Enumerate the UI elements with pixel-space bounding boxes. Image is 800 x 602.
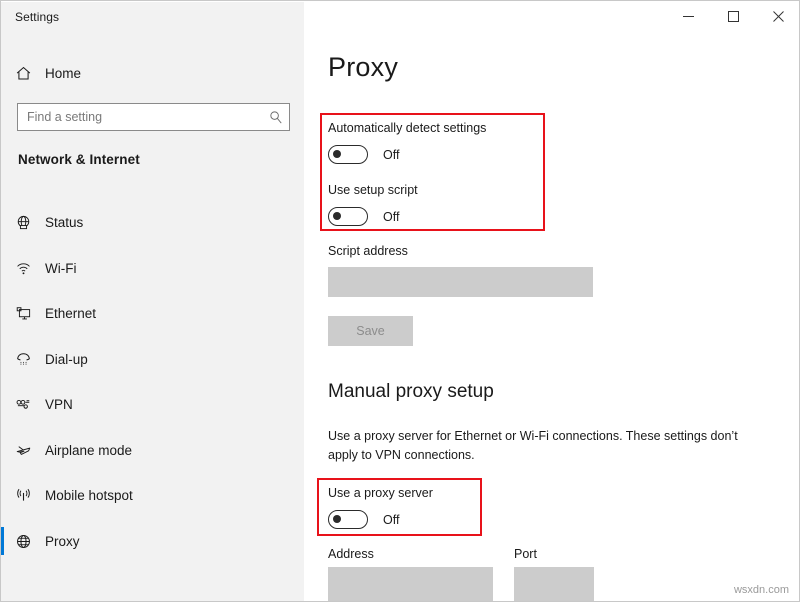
use-proxy-toggle-state: Off [383, 512, 400, 527]
minimize-button[interactable] [666, 1, 711, 32]
sidebar-item-ethernet[interactable]: Ethernet [1, 291, 304, 337]
page-title: Proxy [328, 52, 399, 82]
selection-accent-bar [1, 208, 4, 236]
selection-accent-bar [1, 436, 4, 464]
setup-script-label: Use setup script [328, 183, 418, 197]
selection-accent-bar [1, 254, 4, 282]
sidebar: Home Find a setting Network & Internet S… [1, 2, 304, 601]
sidebar-item-dial-up[interactable]: Dial-up [1, 337, 304, 383]
search-input[interactable]: Find a setting [17, 103, 290, 131]
sidebar-item-vpn[interactable]: VPN [1, 382, 304, 428]
manual-proxy-setup-description: Use a proxy server for Ethernet or Wi-Fi… [328, 429, 738, 462]
watermark: wsxdn.com [733, 584, 789, 596]
port-input[interactable] [514, 567, 594, 601]
auto-detect-toggle[interactable] [328, 145, 368, 164]
vpn-icon [1, 396, 45, 413]
sidebar-item-status[interactable]: Status [1, 200, 304, 246]
setup-script-toggle-row: Off [328, 207, 399, 226]
script-address-input[interactable] [328, 267, 593, 297]
selection-accent-bar [1, 481, 4, 509]
use-proxy-server-toggle[interactable] [328, 510, 368, 529]
script-address-label: Script address [328, 244, 408, 258]
auto-detect-toggle-row: Off [328, 145, 399, 164]
dialup-icon [1, 351, 45, 368]
search-input-value: Find a setting [27, 110, 103, 124]
setup-script-toggle-state: Off [383, 209, 400, 224]
selection-accent-bar [1, 526, 4, 555]
address-label: Address [328, 547, 374, 561]
auto-detect-label: Automatically detect settings [328, 121, 487, 135]
ethernet-icon [1, 305, 45, 322]
globe-status-icon [1, 214, 45, 231]
sidebar-item-label: Mobile hotspot [45, 488, 133, 504]
sidebar-item-label: VPN [45, 397, 73, 413]
sidebar-item-wi-fi[interactable]: Wi-Fi [1, 246, 304, 292]
window-controls [666, 1, 799, 32]
toggle-knob [333, 149, 342, 158]
hotspot-icon [1, 487, 45, 504]
sidebar-item-airplane-mode[interactable]: Airplane mode [1, 428, 304, 474]
sidebar-item-label: Dial-up [45, 351, 88, 367]
search-icon [263, 110, 289, 124]
title-bar: Settings [1, 1, 799, 33]
sidebar-item-label-home: Home [45, 65, 82, 81]
sidebar-item-proxy[interactable]: Proxy [1, 519, 304, 565]
close-button[interactable] [756, 1, 799, 32]
address-input[interactable] [328, 567, 493, 601]
globe-icon [1, 533, 45, 550]
selection-accent-bar [1, 345, 4, 373]
sidebar-item-home[interactable]: Home [1, 59, 304, 87]
sidebar-item-label: Wi-Fi [45, 260, 77, 276]
sidebar-item-label: Status [45, 215, 84, 231]
setup-script-toggle[interactable] [328, 207, 368, 226]
airplane-icon [1, 442, 45, 459]
sidebar-category-title: Network & Internet [18, 152, 140, 167]
sidebar-item-mobile-hotspot[interactable]: Mobile hotspot [1, 473, 304, 519]
sidebar-nav-list: Status Wi-Fi Ethernet Dial-up VPN Airpla… [1, 200, 304, 564]
manual-proxy-setup-title: Manual proxy setup [328, 381, 494, 402]
toggle-knob [333, 211, 342, 220]
use-proxy-toggle-row: Off [328, 510, 399, 529]
home-icon [1, 65, 45, 82]
settings-window: Settings Home Find a setting Network & I… [0, 0, 800, 602]
window-title: Settings [15, 10, 60, 24]
auto-detect-toggle-state: Off [383, 147, 400, 162]
sidebar-item-label: Airplane mode [45, 442, 133, 458]
sidebar-item-label: Ethernet [45, 306, 97, 322]
content-pane: Proxy Automatically detect settings Off … [304, 2, 799, 601]
maximize-button[interactable] [711, 1, 756, 32]
use-proxy-server-label: Use a proxy server [328, 486, 433, 500]
toggle-knob [333, 514, 342, 523]
save-button[interactable]: Save [328, 316, 413, 346]
selection-accent-bar [1, 390, 4, 418]
sidebar-item-label: Proxy [45, 533, 80, 549]
port-label: Port [514, 547, 537, 561]
selection-accent-bar [1, 299, 4, 327]
wifi-icon [1, 260, 45, 277]
